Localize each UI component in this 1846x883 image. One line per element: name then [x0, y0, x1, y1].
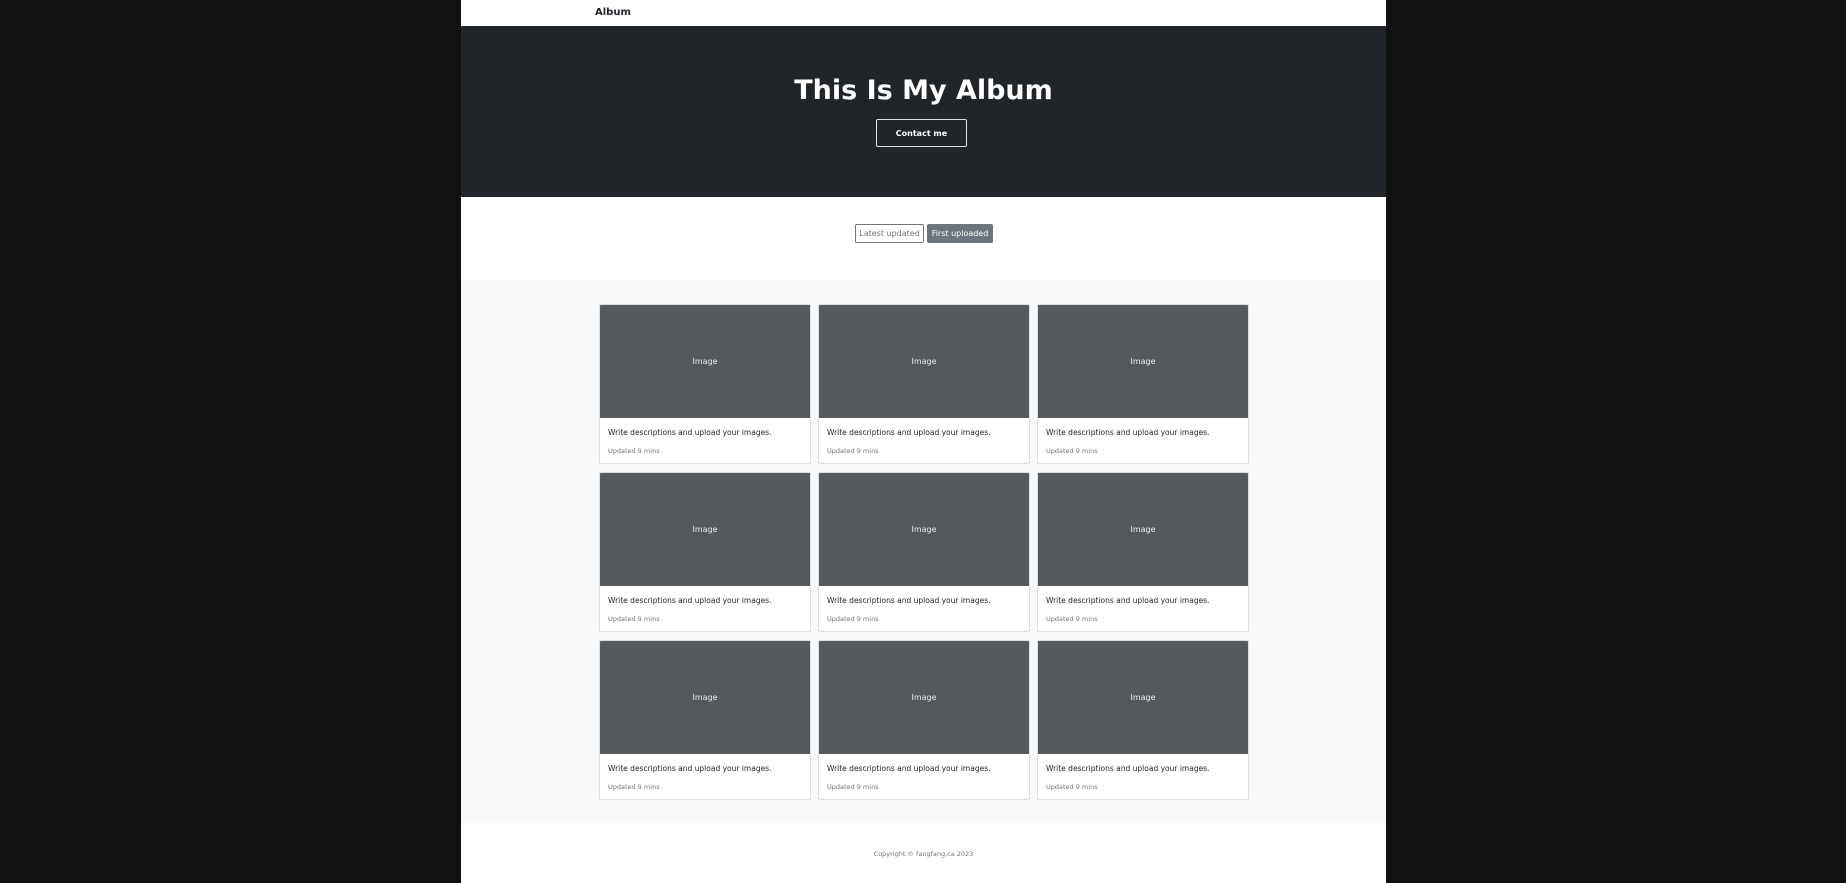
image-label: Image	[911, 693, 937, 702]
image-label: Image	[911, 357, 937, 366]
page: Album This Is My Album Contact me Latest…	[461, 0, 1386, 883]
card-updated-time: Updated 9 mins	[1046, 615, 1098, 623]
image-label: Image	[692, 357, 718, 366]
image-placeholder: Image	[1038, 305, 1248, 418]
card-updated-time: Updated 9 mins	[608, 783, 660, 791]
image-placeholder: Image	[600, 305, 810, 418]
card-description: Write descriptions and upload your image…	[827, 428, 991, 437]
image-placeholder: Image	[600, 473, 810, 586]
card-grid: Image Write descriptions and upload your…	[599, 304, 1249, 800]
image-label: Image	[911, 525, 937, 534]
album-card[interactable]: Image Write descriptions and upload your…	[1037, 472, 1249, 632]
image-placeholder: Image	[1038, 641, 1248, 754]
card-description: Write descriptions and upload your image…	[827, 596, 991, 605]
album-card[interactable]: Image Write descriptions and upload your…	[599, 304, 811, 464]
card-description: Write descriptions and upload your image…	[608, 764, 772, 773]
image-placeholder: Image	[819, 473, 1029, 586]
card-updated-time: Updated 9 mins	[827, 447, 879, 455]
card-updated-time: Updated 9 mins	[1046, 783, 1098, 791]
page-title: This Is My Album	[794, 75, 1053, 106]
album-card[interactable]: Image Write descriptions and upload your…	[818, 640, 1030, 800]
latest-updated-button[interactable]: Latest updated	[855, 224, 924, 243]
image-label: Image	[1130, 525, 1156, 534]
album-card[interactable]: Image Write descriptions and upload your…	[1037, 304, 1249, 464]
card-updated-time: Updated 9 mins	[1046, 447, 1098, 455]
card-updated-time: Updated 9 mins	[608, 615, 660, 623]
image-label: Image	[1130, 357, 1156, 366]
contact-button[interactable]: Contact me	[876, 119, 967, 147]
sort-bar: Latest updated First uploaded	[461, 197, 1386, 280]
image-label: Image	[1130, 693, 1156, 702]
album-card[interactable]: Image Write descriptions and upload your…	[1037, 640, 1249, 800]
image-placeholder: Image	[819, 641, 1029, 754]
card-description: Write descriptions and upload your image…	[1046, 428, 1210, 437]
image-placeholder: Image	[1038, 473, 1248, 586]
footer: Copyright © fangfang.ca 2023	[461, 823, 1386, 883]
image-placeholder: Image	[600, 641, 810, 754]
card-updated-time: Updated 9 mins	[827, 783, 879, 791]
brand-link[interactable]: Album	[595, 7, 631, 18]
navbar: Album	[461, 0, 1386, 26]
card-updated-time: Updated 9 mins	[608, 447, 660, 455]
album-card[interactable]: Image Write descriptions and upload your…	[599, 640, 811, 800]
image-label: Image	[692, 693, 718, 702]
album-card[interactable]: Image Write descriptions and upload your…	[599, 472, 811, 632]
album-card[interactable]: Image Write descriptions and upload your…	[818, 304, 1030, 464]
card-description: Write descriptions and upload your image…	[1046, 764, 1210, 773]
card-description: Write descriptions and upload your image…	[608, 596, 772, 605]
card-updated-time: Updated 9 mins	[827, 615, 879, 623]
copyright-text: Copyright © fangfang.ca 2023	[873, 850, 974, 858]
image-placeholder: Image	[819, 305, 1029, 418]
card-description: Write descriptions and upload your image…	[827, 764, 991, 773]
album-card[interactable]: Image Write descriptions and upload your…	[818, 472, 1030, 632]
card-description: Write descriptions and upload your image…	[608, 428, 772, 437]
gallery: Image Write descriptions and upload your…	[461, 280, 1386, 823]
sort-button-group: Latest updated First uploaded	[855, 224, 993, 243]
card-description: Write descriptions and upload your image…	[1046, 596, 1210, 605]
first-uploaded-button[interactable]: First uploaded	[927, 224, 993, 243]
hero-section: This Is My Album Contact me	[461, 26, 1386, 197]
image-label: Image	[692, 525, 718, 534]
